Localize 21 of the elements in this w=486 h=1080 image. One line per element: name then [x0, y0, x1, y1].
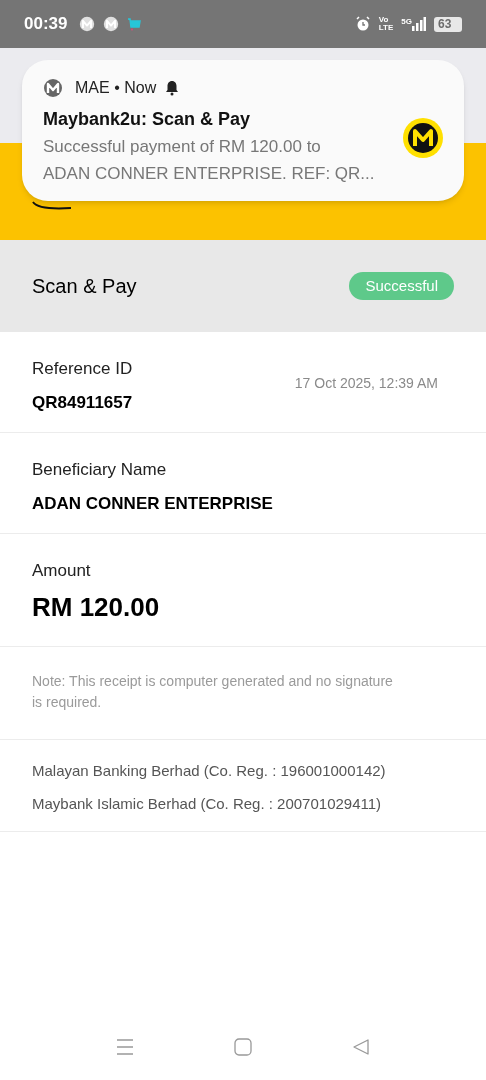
network-type: 5G	[401, 16, 412, 28]
receipt-title: Scan & Pay	[32, 274, 137, 299]
notification-source: MAE • Now	[75, 78, 157, 98]
notification-text: ADAN CONNER ENTERPRISE. REF: QR...	[43, 163, 376, 185]
status-badge: Successful	[349, 271, 454, 301]
field-label: Amount	[32, 560, 92, 582]
field-label: Beneficiary Name	[32, 459, 168, 481]
transaction-date: 17 Oct 2025, 12:39 AM	[294, 374, 438, 393]
volte-indicator: Vo LTE	[378, 16, 394, 32]
company-info: Maybank Islamic Berhad (Co. Reg. : 200701029411)	[32, 793, 383, 814]
field-value: QR84911657	[32, 391, 134, 414]
clock: 00:39	[24, 13, 68, 36]
notification-title: Maybank2u: Scan & Pay	[43, 108, 252, 131]
field-value: ADAN CONNER ENTERPRISE	[32, 492, 274, 515]
battery-indicator: 63	[434, 16, 462, 32]
company-info: Malayan Banking Berhad (Co. Reg. : 196001000142)	[32, 761, 387, 781]
notification-text: Successful payment of RM 120.00 to	[43, 136, 322, 158]
receipt-note: Note: This receipt is computer generated and no signature is required.	[32, 672, 394, 712]
field-value: RM 120.00	[32, 590, 161, 624]
notification-card[interactable]: MAE • Now Maybank2u: Scan & Pay Successful payment of RM 120.00 to ADAN CONNER ENTERPRISE. REF: QR...	[22, 60, 464, 201]
field-label: Reference ID	[32, 358, 134, 380]
